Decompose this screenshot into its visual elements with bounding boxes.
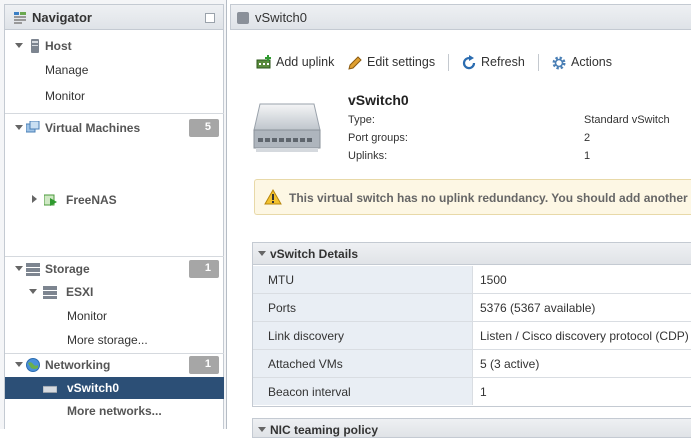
vswitch-details-title: vSwitch Details bbox=[270, 247, 359, 261]
tree-label-host-monitor: Monitor bbox=[45, 89, 86, 103]
tree-label-storage-monitor: Monitor bbox=[67, 309, 108, 323]
edit-settings-label: Edit settings bbox=[367, 55, 436, 69]
tree-label-networking: Networking bbox=[45, 358, 111, 372]
chevron-down-icon[interactable] bbox=[258, 251, 266, 256]
tree-item-vswitch0[interactable]: vSwitch0 bbox=[5, 377, 224, 399]
main-header: vSwitch0 bbox=[230, 4, 691, 30]
storage-icon bbox=[26, 263, 40, 276]
details-value: Listen / Cisco discovery protocol (CDP) bbox=[480, 329, 689, 343]
refresh-icon bbox=[462, 55, 476, 70]
toolbar-divider bbox=[538, 54, 539, 71]
details-value: 5 (3 active) bbox=[480, 357, 540, 371]
datastore-icon bbox=[43, 286, 57, 299]
vm-count-badge: 5 bbox=[189, 119, 219, 137]
tree-divider bbox=[5, 256, 224, 257]
tree-label-storage: Storage bbox=[45, 262, 90, 276]
minimize-icon[interactable] bbox=[205, 13, 215, 23]
uplink-redundancy-warning: This virtual switch has no uplink redund… bbox=[254, 179, 691, 215]
details-row-attached-vms: Attached VMs 5 (3 active) bbox=[253, 350, 691, 378]
vm-powered-on-icon bbox=[44, 194, 57, 206]
tree-label-esxi: ESXI bbox=[66, 285, 94, 299]
navigator-title: Navigator bbox=[32, 10, 92, 25]
vswitch-device-icon bbox=[253, 103, 321, 152]
tree-label-vswitch0: vSwitch0 bbox=[67, 381, 120, 395]
navigator-logo-icon bbox=[14, 12, 26, 24]
chevron-down-icon[interactable] bbox=[15, 362, 23, 367]
vswitch-details-header[interactable]: vSwitch Details bbox=[253, 243, 691, 265]
virtual-machines-icon bbox=[26, 121, 40, 133]
details-label: Attached VMs bbox=[253, 350, 473, 377]
chevron-down-icon[interactable] bbox=[15, 266, 23, 271]
summary-value-type: Standard vSwitch bbox=[584, 114, 670, 126]
tree-item-host-monitor[interactable]: Monitor bbox=[5, 85, 224, 107]
tree-item-more-storage[interactable]: More storage... bbox=[5, 329, 224, 351]
refresh-label: Refresh bbox=[481, 55, 525, 69]
tree-item-storage[interactable]: Storage 1 bbox=[5, 258, 224, 280]
warning-icon bbox=[264, 189, 282, 205]
details-row-beacon-interval: Beacon interval 1 bbox=[253, 378, 691, 406]
toolbar-divider bbox=[448, 54, 449, 71]
toolbar: Add uplink Edit settings Refresh Actions bbox=[254, 53, 691, 73]
navigator-tree: Host Manage Monitor Virtual Machines 5 F… bbox=[4, 30, 224, 429]
chevron-down-icon[interactable] bbox=[258, 427, 266, 432]
chevron-down-icon[interactable] bbox=[15, 43, 23, 48]
summary-value-port-groups: 2 bbox=[584, 132, 591, 144]
tree-label-manage: Manage bbox=[45, 63, 89, 77]
add-uplink-label: Add uplink bbox=[276, 55, 335, 69]
storage-count-badge: 1 bbox=[189, 260, 219, 278]
details-value: 5376 (5367 available) bbox=[480, 301, 596, 315]
nic-teaming-panel-header[interactable]: NIC teaming policy bbox=[252, 418, 691, 438]
tree-label-host: Host bbox=[45, 39, 72, 53]
details-value: 1500 bbox=[480, 273, 507, 287]
nic-teaming-title: NIC teaming policy bbox=[270, 423, 379, 437]
summary-label-uplinks: Uplinks: bbox=[348, 150, 388, 162]
details-value: 1 bbox=[480, 385, 487, 399]
tree-item-freenas[interactable]: FreeNAS bbox=[5, 189, 224, 211]
tree-item-host[interactable]: Host bbox=[5, 35, 224, 57]
navigator-pane: Navigator Host Manage Monitor Virtual Ma… bbox=[0, 0, 227, 429]
tree-item-networking[interactable]: Networking 1 bbox=[5, 354, 224, 376]
summary-value-uplinks: 1 bbox=[584, 150, 591, 162]
details-label: Link discovery bbox=[253, 322, 473, 349]
tree-label-more-storage: More storage... bbox=[67, 333, 148, 347]
chevron-down-icon[interactable] bbox=[29, 289, 37, 294]
details-label: MTU bbox=[253, 266, 473, 293]
details-label: Ports bbox=[253, 294, 473, 321]
navigator-header: Navigator bbox=[4, 4, 224, 30]
tree-item-storage-monitor[interactable]: Monitor bbox=[5, 305, 224, 327]
tree-item-manage[interactable]: Manage bbox=[5, 59, 224, 81]
networking-count-badge: 1 bbox=[189, 356, 219, 374]
networking-globe-icon bbox=[26, 358, 40, 372]
tree-label-more-networks: More networks... bbox=[67, 404, 162, 418]
gear-icon bbox=[552, 56, 566, 70]
actions-label: Actions bbox=[571, 55, 612, 69]
details-row-ports: Ports 5376 (5367 available) bbox=[253, 294, 691, 322]
tree-label-freenas: FreeNAS bbox=[66, 193, 117, 207]
main-title: vSwitch0 bbox=[255, 10, 308, 25]
tree-label-virtual-machines: Virtual Machines bbox=[45, 121, 141, 135]
tree-item-virtual-machines[interactable]: Virtual Machines 5 bbox=[5, 117, 224, 139]
details-row-link-discovery: Link discovery Listen / Cisco discovery … bbox=[253, 322, 691, 350]
summary-label-port-groups: Port groups: bbox=[348, 132, 408, 144]
vswitch-details-panel: vSwitch Details MTU 1500 Ports 5376 (536… bbox=[252, 242, 691, 407]
tree-divider bbox=[5, 113, 224, 114]
main-pane: vSwitch0 Add uplink Edit settings Refres… bbox=[230, 0, 691, 438]
summary-title: vSwitch0 bbox=[348, 92, 409, 108]
details-label: Beacon interval bbox=[253, 378, 473, 405]
host-icon bbox=[31, 39, 39, 53]
pencil-icon bbox=[348, 56, 362, 70]
warning-text: This virtual switch has no uplink redund… bbox=[289, 191, 691, 205]
chevron-right-icon[interactable] bbox=[32, 195, 37, 203]
chevron-down-icon[interactable] bbox=[15, 125, 23, 130]
summary-label-type: Type: bbox=[348, 114, 375, 126]
tree-item-esxi[interactable]: ESXI bbox=[5, 281, 224, 303]
vswitch-icon bbox=[43, 385, 57, 393]
add-uplink-icon bbox=[256, 55, 271, 69]
vswitch-header-icon bbox=[237, 12, 249, 24]
details-row-mtu: MTU 1500 bbox=[253, 266, 691, 294]
tree-item-more-networks[interactable]: More networks... bbox=[5, 400, 224, 422]
